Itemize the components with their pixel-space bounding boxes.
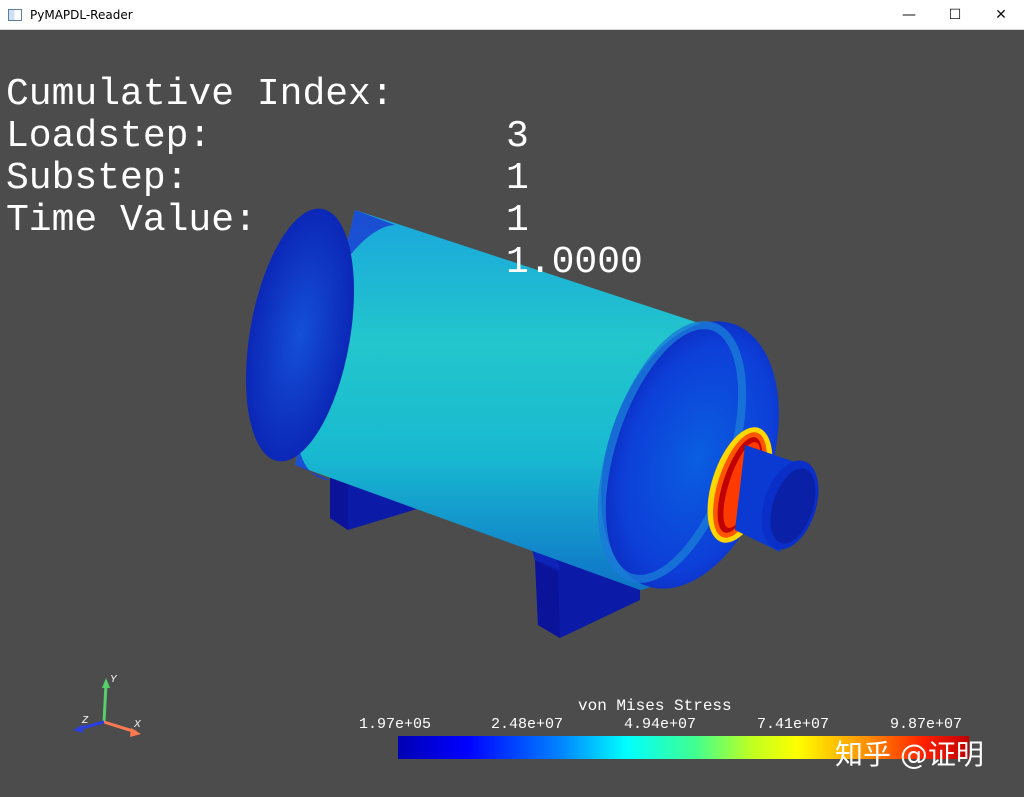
info-value: 1 bbox=[506, 158, 529, 200]
y-axis-label: Y bbox=[110, 674, 118, 685]
result-info-overlay: Cumulative Index: 3 Loadstep: 1 Substep:… bbox=[6, 32, 143, 200]
info-value: 3 bbox=[506, 116, 529, 158]
info-row-loadstep: Loadstep: 1 bbox=[6, 74, 143, 116]
colorbar-tick: 2.48e+07 bbox=[491, 716, 563, 733]
x-axis-label: X bbox=[133, 719, 141, 730]
info-row-time-value: Time Value: 1.0000 bbox=[6, 158, 143, 200]
colorbar-tick: 9.87e+07 bbox=[890, 716, 962, 733]
colorbar-tick: 1.97e+05 bbox=[359, 716, 431, 733]
colorbar-tick: 4.94e+07 bbox=[624, 716, 696, 733]
info-row-cumulative-index: Cumulative Index: 3 bbox=[6, 32, 143, 74]
colorbar-title: von Mises Stress bbox=[578, 697, 732, 715]
info-value: 1 bbox=[506, 200, 529, 242]
z-axis-label: Z bbox=[81, 715, 89, 726]
axes-triad: Y X Z bbox=[73, 674, 141, 737]
watermark: 知乎 @证明 bbox=[835, 733, 984, 773]
info-value: 1.0000 bbox=[506, 242, 643, 284]
outlet-nozzle bbox=[735, 445, 829, 557]
app-window: PyMAPDL-Reader — ☐ ✕ bbox=[0, 0, 1024, 797]
info-row-substep: Substep: 1 bbox=[6, 116, 143, 158]
info-label: Time Value: bbox=[6, 200, 257, 242]
colorbar-tick: 7.41e+07 bbox=[757, 716, 829, 733]
